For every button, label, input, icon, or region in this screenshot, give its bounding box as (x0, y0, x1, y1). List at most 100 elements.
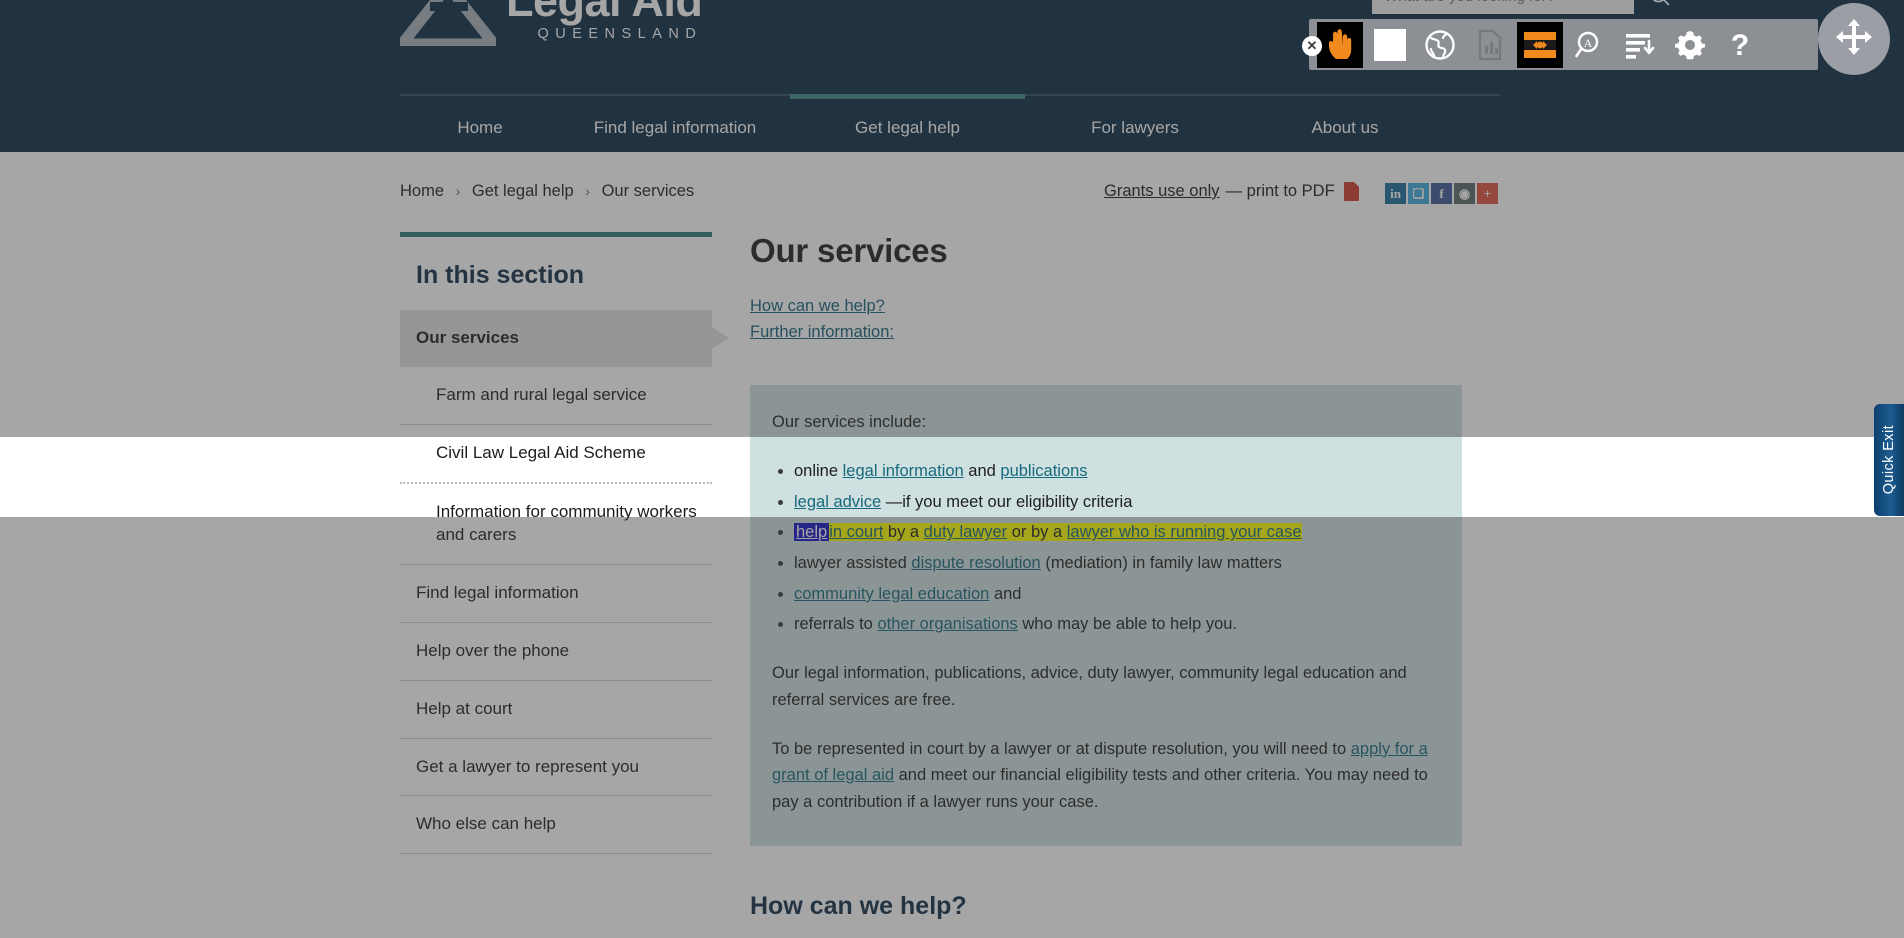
callout-paragraph-free-services: Our legal information, publications, adv… (772, 664, 1407, 709)
paragraph-text: To be represented in court by a lawyer o… (772, 739, 1351, 758)
white-square-glyph (1374, 28, 1406, 61)
list-text: or by a (1007, 523, 1067, 542)
list-text: who may be able to help you. (1017, 615, 1238, 634)
nav-item-find-legal-information[interactable]: Find legal information (560, 96, 790, 156)
svg-text:?: ? (1731, 29, 1749, 61)
page-simplify-icon[interactable] (1467, 22, 1513, 68)
settings-gear-icon[interactable] (1667, 22, 1713, 68)
list-item: referrals to other organisations who may… (794, 611, 1440, 638)
list-item: legal advice —if you meet our eligibilit… (794, 489, 1440, 516)
sidebar-item-our-services[interactable]: Our services (400, 310, 729, 367)
nav-item-about-us[interactable]: About us (1245, 96, 1445, 156)
link-publications[interactable]: publications (1000, 462, 1087, 480)
link-dispute-resolution[interactable]: dispute resolution (911, 554, 1040, 572)
grants-print-row: Grants use only — print to PDF (1104, 182, 1359, 201)
screen-mask-icon[interactable] (1367, 22, 1413, 68)
website-content: Legal Aid QUEENSLAND Home Find legal inf… (0, 0, 1904, 938)
grants-use-only-link[interactable]: Grants use only (1104, 182, 1220, 201)
list-text: —if you meet our eligibility criteria (881, 492, 1133, 511)
print-to-pdf-label: — print to PDF (1225, 182, 1335, 200)
list-text: and (963, 461, 1001, 480)
pointer-hand-icon[interactable] (1317, 21, 1363, 68)
search-input[interactable] (1372, 0, 1634, 14)
logo-subtitle: QUEENSLAND (537, 26, 703, 42)
list-item: community legal education and (794, 581, 1440, 608)
list-text: by a (883, 523, 924, 542)
quick-exit-label: Quick Exit (1881, 425, 1897, 495)
callout-paragraph-representation: To be represented in court by a lawyer o… (772, 736, 1440, 816)
link-duty-lawyer[interactable]: duty lawyer (923, 523, 1008, 542)
main-navigation: Home Find legal information Get legal he… (400, 94, 1500, 156)
close-toolbar-button[interactable]: ✕ (1302, 36, 1322, 56)
accessibility-toolbar: A ? (1309, 19, 1818, 70)
list-text: lawyer assisted (794, 554, 912, 572)
site-logo[interactable]: Legal Aid QUEENSLAND (400, 0, 703, 46)
reddit-icon[interactable]: ◉ (1454, 183, 1475, 204)
list-text: and (989, 584, 1022, 603)
link-lawyer-running-your-case[interactable]: lawyer who is running your case (1066, 523, 1302, 542)
list-text: referrals to (794, 615, 878, 634)
linkedin-icon[interactable]: in (1385, 183, 1406, 204)
quick-exit-tab[interactable]: Quick Exit (1874, 404, 1904, 516)
tts-highlight-span: help in court by a duty lawyer or by a la… (794, 523, 1302, 542)
list-item: online legal information and publication… (794, 458, 1440, 485)
pdf-icon[interactable] (1343, 182, 1359, 201)
sidebar-item-get-a-lawyer-to-represent-you[interactable]: Get a lawyer to represent you (400, 739, 712, 797)
toolbar-drag-handle[interactable] (1818, 3, 1890, 75)
legal-aid-logo-mark (400, 0, 496, 46)
list-text: (mediation) in family law matters (1040, 554, 1282, 572)
search-button[interactable] (1634, 0, 1686, 14)
screenshot-root: Legal Aid QUEENSLAND Home Find legal inf… (0, 0, 1904, 938)
link-legal-information[interactable]: legal information (843, 462, 964, 480)
sidebar-item-who-else-can-help[interactable]: Who else can help (400, 796, 712, 855)
breadcrumb-item-our-services[interactable]: Our services (602, 182, 695, 200)
translate-globe-icon[interactable] (1417, 22, 1463, 68)
page-title: Our services (750, 232, 948, 269)
callout-intro: Our services include: (772, 413, 927, 432)
twitter-icon[interactable]: ❑ (1408, 183, 1429, 204)
breadcrumb: Home › Get legal help › Our services (400, 182, 694, 201)
addthis-icon[interactable]: + (1477, 183, 1498, 204)
breadcrumb-separator-icon: › (585, 183, 590, 199)
services-list: online legal information and publication… (794, 458, 1440, 638)
link-in-court[interactable]: in court (829, 523, 884, 542)
sidebar-item-civil-law-legal-aid-scheme[interactable]: Civil Law Legal Aid Scheme (400, 425, 712, 484)
section-heading-how-can-we-help: How can we help? (750, 891, 967, 920)
search-icon (1652, 0, 1670, 6)
nav-item-get-legal-help[interactable]: Get legal help (790, 94, 1025, 156)
sidebar-item-help-over-the-phone[interactable]: Help over the phone (400, 623, 712, 681)
breadcrumb-item-get-legal-help[interactable]: Get legal help (472, 182, 574, 200)
help-question-icon[interactable]: ? (1717, 22, 1763, 68)
nav-item-for-lawyers[interactable]: For lawyers (1025, 96, 1245, 156)
breadcrumb-separator-icon: › (455, 183, 461, 199)
toc-link-further-information[interactable]: Further information: (750, 320, 1490, 346)
sidebar-item-find-legal-information[interactable]: Find legal information (400, 565, 712, 623)
breadcrumb-item-home[interactable]: Home (400, 182, 444, 200)
social-share-icons: in ❑ f ◉ + (1385, 183, 1498, 204)
sidebar-heading: In this section (416, 261, 585, 289)
tts-current-word: help (794, 523, 830, 542)
dictionary-search-icon[interactable]: A (1567, 22, 1613, 68)
page-toc: How can we help? Further information: (750, 294, 1490, 345)
link-legal-advice[interactable]: legal advice (794, 493, 881, 511)
list-item-highlighted: helpin court by a duty lawyer or by a la… (794, 519, 1440, 546)
services-callout: Our services include: online legal infor… (750, 385, 1462, 846)
sidebar-item-farm-and-rural-legal-service[interactable]: Farm and rural legal service (400, 367, 712, 425)
sidebar-item-information-for-community-workers-and-carers[interactable]: Information for community workers and ca… (400, 484, 712, 565)
logo-title: Legal Aid (506, 0, 703, 26)
site-search (1372, 0, 1686, 14)
link-other-organisations[interactable]: other organisations (877, 615, 1017, 633)
sidebar-item-help-at-court[interactable]: Help at court (400, 681, 712, 739)
facebook-icon[interactable]: f (1431, 183, 1452, 204)
text-to-speech-icon[interactable] (1617, 22, 1663, 68)
logo-wordmark: Legal Aid QUEENSLAND (506, 0, 703, 46)
reading-ruler-icon[interactable] (1517, 21, 1563, 68)
move-handle-icon (1836, 19, 1872, 55)
main-content: Our services How can we help? Further in… (750, 232, 1490, 938)
nav-item-home[interactable]: Home (400, 96, 560, 156)
list-item: lawyer assisted dispute resolution (medi… (794, 550, 1440, 577)
toc-link-how-can-we-help[interactable]: How can we help? (750, 294, 1490, 320)
list-text: online (794, 461, 843, 480)
link-community-legal-education[interactable]: community legal education (794, 585, 989, 603)
svg-text:A: A (1584, 36, 1593, 50)
